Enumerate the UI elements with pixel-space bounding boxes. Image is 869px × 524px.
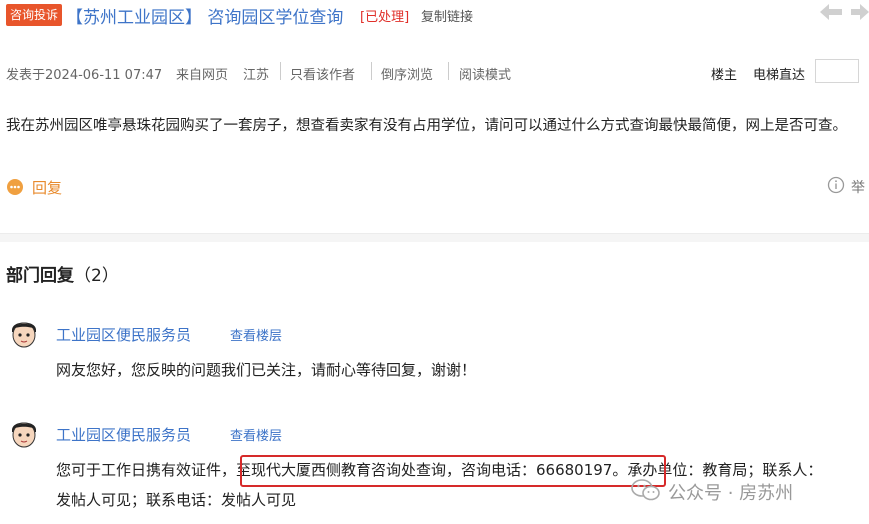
reply-author[interactable]: 工业园区便民服务员 — [56, 424, 191, 445]
view-floor-link[interactable]: 查看楼层 — [230, 425, 282, 444]
section-divider — [0, 233, 869, 242]
dept-reply-heading: 部门回复（2） — [6, 266, 119, 286]
thread-title: 【苏州工业园区】 咨询园区学位查询 — [66, 8, 344, 28]
reply-text: 网友您好，您反映的问题我们已关注，请耐心等待回复，谢谢！ — [56, 361, 477, 379]
meta-divider — [280, 62, 281, 80]
reply-button[interactable]: 回复 — [32, 177, 62, 198]
forward-arrow-icon[interactable] — [851, 1, 869, 23]
reverse-order-link[interactable]: 倒序浏览 — [381, 64, 433, 83]
post-time: 发表于2024-06-11 07:47 — [6, 68, 163, 83]
meta-divider — [448, 62, 449, 80]
status-badge: [已处理] — [360, 10, 410, 25]
reply-author[interactable]: 工业园区便民服务员 — [56, 324, 191, 345]
elevator-label: 电梯直达 — [753, 68, 806, 83]
avatar — [12, 422, 36, 448]
view-floor-link[interactable]: 查看楼层 — [230, 325, 282, 344]
report-button[interactable]: 举 — [851, 177, 865, 197]
floor-owner-label: 楼主 — [711, 68, 738, 83]
highlight-box — [240, 455, 666, 487]
post-region: 江苏 — [243, 68, 270, 83]
watermark-text: 公众号 · 房苏州 — [668, 483, 794, 504]
copy-link-button[interactable]: 复制链接 — [421, 6, 473, 25]
meta-divider — [371, 62, 372, 80]
wechat-logo-icon — [631, 479, 660, 501]
reply-bubble-icon[interactable] — [6, 178, 24, 196]
reply-text-continued: 发帖人可见；联系电话：发帖人可见 — [56, 491, 297, 509]
post-source: 来自网页 — [176, 68, 229, 83]
reading-mode-link[interactable]: 阅读模式 — [459, 64, 511, 83]
category-badge: 咨询投诉 — [6, 4, 63, 26]
post-content: 我在苏州园区唯亭悬珠花园购买了一套房子，想查看卖家有没有占用学位，请问可以通过什… — [6, 118, 847, 134]
info-icon[interactable] — [827, 176, 845, 194]
avatar — [12, 322, 36, 348]
only-author-link[interactable]: 只看该作者 — [290, 64, 355, 83]
floor-jump-input[interactable] — [815, 59, 859, 83]
back-arrow-icon[interactable] — [818, 1, 844, 23]
